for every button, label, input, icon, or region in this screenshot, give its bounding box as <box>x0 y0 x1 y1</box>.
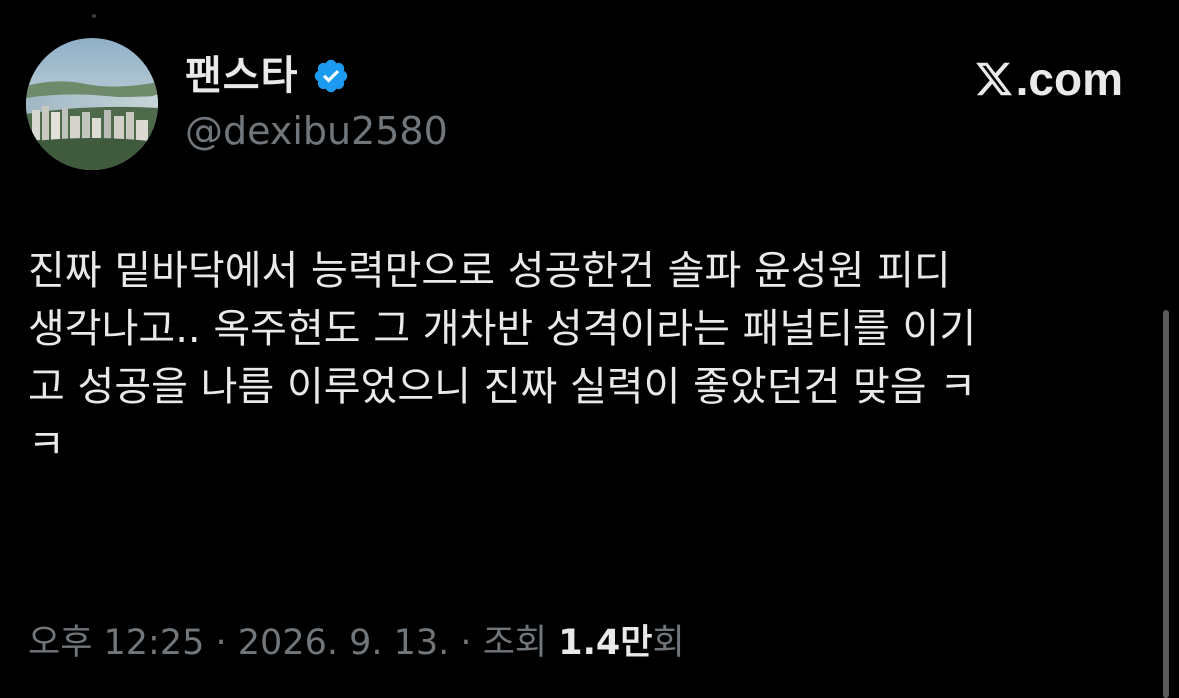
display-name[interactable]: 팬스타 <box>185 50 298 102</box>
x-logo-icon <box>975 62 1012 96</box>
avatar-photo-icon <box>26 38 158 170</box>
tweet-text: 진짜 밑바닥에서 능력만으로 성공한건 솔파 윤성원 피디 생각나고.. 옥주현… <box>28 248 977 468</box>
verified-badge-icon <box>315 59 348 93</box>
brand-logo: .com <box>974 52 1123 106</box>
tweet-date[interactable]: 2026. 9. 13. <box>238 623 450 663</box>
author-name-row[interactable]: 팬스타 <box>185 50 350 102</box>
meta-separator: · <box>449 623 483 663</box>
views-unit: 만 <box>620 623 653 663</box>
views-suffix: 회 <box>652 623 685 663</box>
scrollbar[interactable] <box>1163 310 1169 698</box>
views-label: 조회 <box>482 623 548 663</box>
author-handle[interactable]: @dexibu2580 <box>185 108 448 154</box>
tweet-time[interactable]: 오후 12:25 <box>28 623 204 663</box>
top-dot <box>92 14 96 18</box>
avatar[interactable] <box>26 38 158 170</box>
brand-domain-text: .com <box>1015 53 1123 105</box>
meta-separator: · <box>204 623 238 663</box>
tweet-meta: 오후 12:25 · 2026. 9. 13. · 조회 1.4만회 <box>28 618 685 668</box>
views-count: 1.4 <box>558 623 621 663</box>
